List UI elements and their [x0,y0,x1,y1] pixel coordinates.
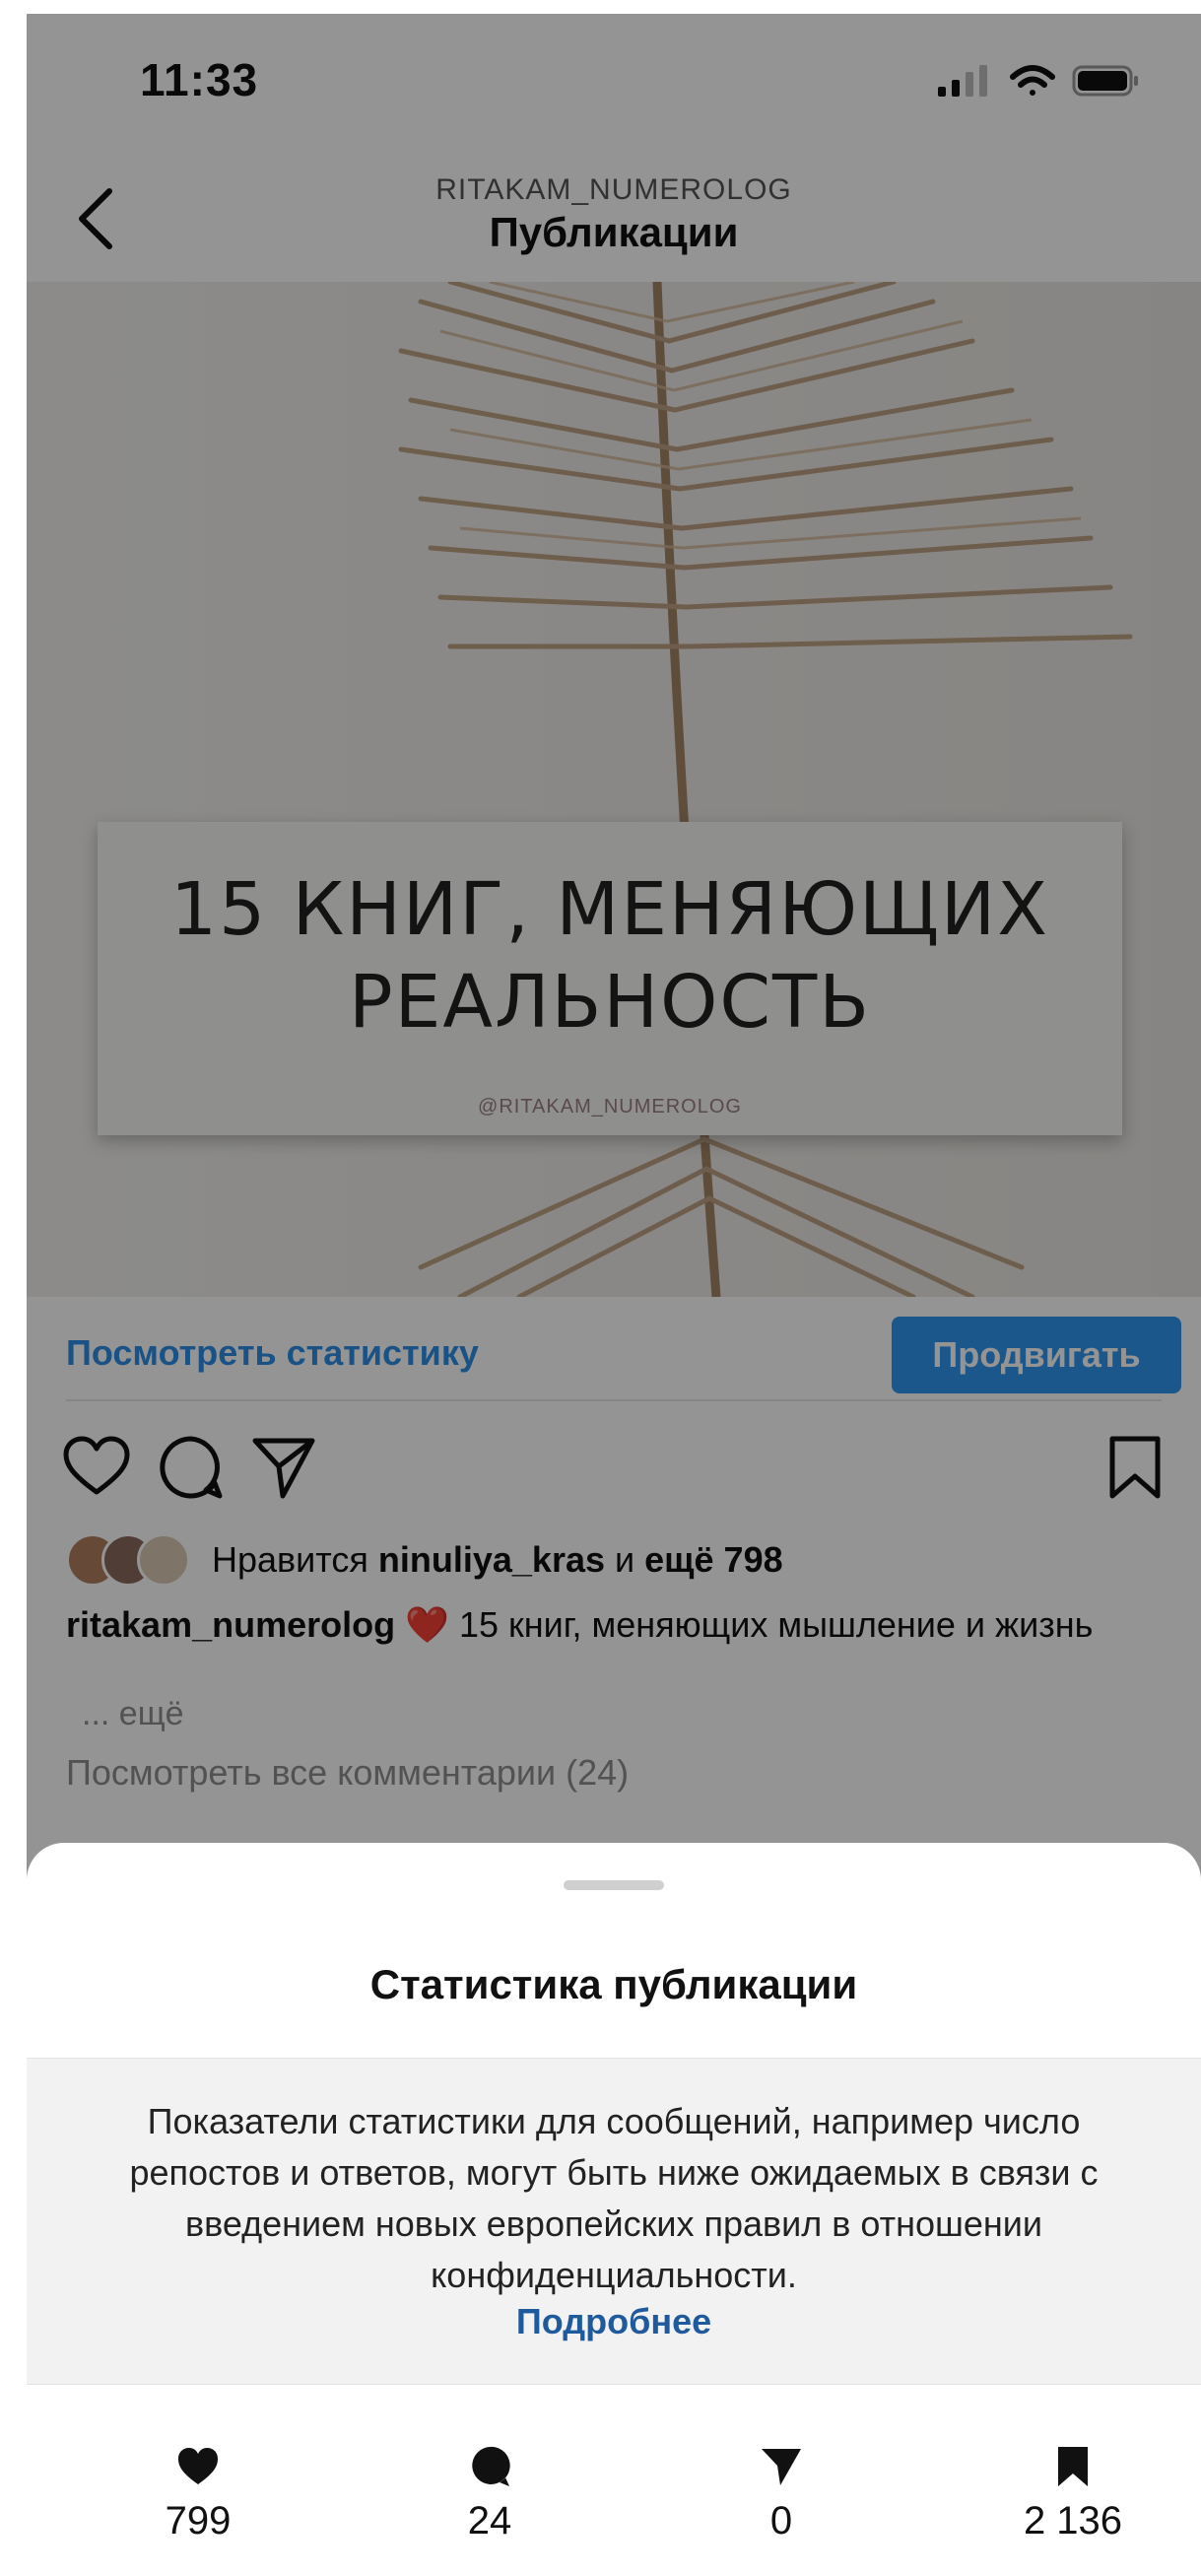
metric-likes: 799 [90,2444,306,2543]
bookmark-icon [1058,2447,1088,2486]
metrics-row: 799 24 0 2 136 [27,2444,1201,2576]
sheet-title: Статистика публикации [369,1961,858,2007]
send-icon [762,2449,801,2485]
privacy-notice: Показатели статистики для сообщений, нап… [27,2058,1201,2385]
metric-comments-value: 24 [467,2499,512,2542]
sheet-drag-handle[interactable] [564,1880,664,1890]
metric-shares: 0 [673,2444,890,2543]
phone-screen: 11:33 RITAKAM_NUMEROLOG Публикации 15 КН… [27,14,1201,2576]
metric-comments: 24 [381,2444,598,2543]
metric-saves-value: 2 136 [1023,2499,1123,2542]
notice-text: Показатели статистики для сообщений, нап… [129,2101,1099,2295]
comment-icon [472,2446,510,2486]
metric-likes-value: 799 [165,2499,232,2542]
heart-icon [178,2448,218,2484]
metric-shares-value: 0 [769,2499,793,2542]
metric-saves: 2 136 [965,2444,1181,2543]
learn-more-link[interactable]: Подробнее [27,2301,1201,2342]
post-insights-sheet: Статистика публикации Показатели статист… [27,1843,1201,2576]
